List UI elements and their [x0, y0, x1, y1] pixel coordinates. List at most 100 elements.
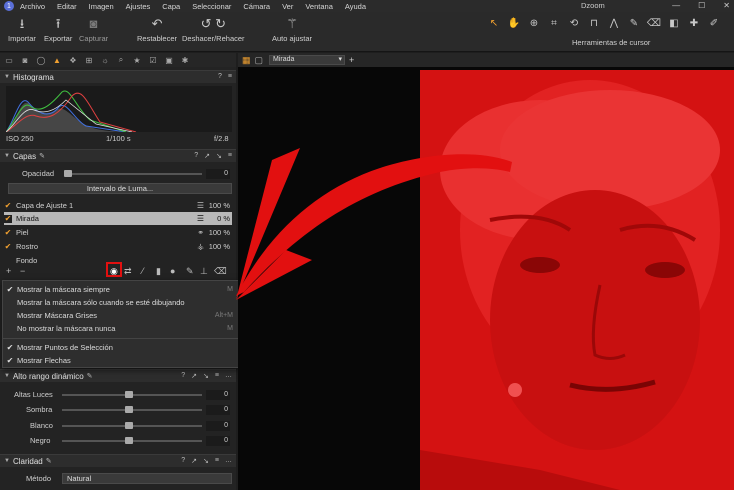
help-icon[interactable]: ?: [181, 372, 185, 380]
masked-photo[interactable]: [420, 70, 734, 490]
menu-item[interactable]: No mostrar la máscara nunca M: [3, 322, 239, 335]
add-layer-icon[interactable]: +: [6, 266, 11, 276]
menu-ventana[interactable]: Ventana: [305, 2, 333, 11]
menu-item[interactable]: Mostrar Máscara Grises Alt+M: [3, 309, 239, 322]
menu-capa[interactable]: Capa: [162, 2, 180, 11]
menu-camara[interactable]: Cámara: [243, 2, 270, 11]
hdr-header[interactable]: ▼ Alto rango dinámico ✎ ? ↗ ↘ ≡…: [0, 369, 236, 382]
fill-icon[interactable]: ⊥: [200, 266, 208, 277]
zoom-tool-icon[interactable]: ⊕: [526, 18, 542, 29]
help-icon[interactable]: ?: [218, 73, 222, 80]
capture-button[interactable]: ◙ Capturar: [79, 16, 108, 43]
hdr-slider-value[interactable]: 0: [206, 436, 230, 446]
image-viewer[interactable]: [238, 67, 734, 490]
undo-redo-button[interactable]: ↺ ↻ Deshacer/Rehacer: [182, 16, 245, 43]
reset-button[interactable]: ↶ Restablecer: [137, 16, 177, 43]
gradient-tool-icon[interactable]: ◧: [666, 18, 682, 29]
hdr-slider-knob[interactable]: [125, 437, 133, 444]
hdr-slider-value[interactable]: 0: [206, 405, 230, 415]
adjustments-tab-icon[interactable]: ☑: [147, 56, 159, 65]
menu-ayuda[interactable]: Ayuda: [345, 2, 366, 11]
menu-icon[interactable]: ≡: [228, 152, 232, 160]
opacity-value[interactable]: 0: [206, 169, 230, 179]
eraser-tool-icon[interactable]: ⌫: [646, 18, 662, 29]
heal-tool-icon[interactable]: ✚: [686, 18, 702, 29]
picker-tool-icon[interactable]: ✐: [706, 18, 722, 29]
layer-row-selected[interactable]: ✔ Mirada ☰ 0 %: [4, 212, 232, 225]
menu-imagen[interactable]: Imagen: [89, 2, 114, 11]
composition-tab-icon[interactable]: ⊞: [83, 56, 95, 65]
hand-tool-icon[interactable]: ✋: [506, 18, 522, 29]
menu-icon[interactable]: ≡: [215, 372, 219, 380]
remove-layer-icon[interactable]: −: [20, 266, 25, 276]
hdr-slider-knob[interactable]: [125, 422, 133, 429]
library-tab-icon[interactable]: ▭: [3, 56, 15, 65]
help-icon[interactable]: ?: [181, 457, 185, 465]
ellipsis-icon[interactable]: …: [225, 372, 232, 380]
minimize-icon[interactable]: —: [672, 1, 680, 10]
reset-icon[interactable]: ↗: [191, 457, 197, 465]
grid-view-icon[interactable]: ▦: [242, 55, 251, 66]
close-icon[interactable]: ✕: [723, 1, 730, 10]
rotate-tool-icon[interactable]: ⟲: [566, 18, 582, 29]
menu-seleccionar[interactable]: Seleccionar: [192, 2, 231, 11]
hdr-slider-knob[interactable]: [125, 391, 133, 398]
lcc-tool-icon[interactable]: ⋀: [606, 18, 622, 29]
radial-gradient-icon[interactable]: ●: [170, 266, 175, 276]
layer-check-icon[interactable]: ✔: [4, 228, 12, 237]
reset-icon[interactable]: ↗: [191, 372, 197, 380]
menu-item[interactable]: ✔ Mostrar la máscara siempre M: [3, 283, 239, 296]
menu-ajustes[interactable]: Ajustes: [126, 2, 151, 11]
copy-icon[interactable]: ↘: [216, 152, 222, 160]
exposure-tab-icon[interactable]: ▲: [51, 56, 63, 65]
add-view-icon[interactable]: +: [349, 55, 354, 65]
opacity-slider-knob[interactable]: [64, 170, 72, 177]
hdr-slider-value[interactable]: 0: [206, 390, 230, 400]
eraser-icon[interactable]: ⌫: [214, 266, 227, 277]
clarity-header[interactable]: ▼ Claridad ✎ ? ↗ ↘ ≡…: [0, 454, 236, 467]
crop-tool-icon[interactable]: ⌗: [546, 18, 562, 29]
menu-icon[interactable]: ≡: [228, 73, 232, 80]
luma-range-button[interactable]: Intervalo de Luma...: [8, 183, 232, 194]
auto-adjust-button[interactable]: ⚚ Auto ajustar: [272, 16, 312, 43]
brush-tool-icon[interactable]: ✎: [626, 18, 642, 29]
opacity-slider[interactable]: [64, 173, 202, 175]
lens-tab-icon[interactable]: ◯: [35, 56, 47, 65]
menu-item[interactable]: Mostrar la máscara sólo cuando se esté d…: [3, 296, 239, 309]
layer-row[interactable]: ✔ Piel ⚭ 100 %: [4, 226, 232, 239]
layers-header[interactable]: ▼ Capas ✎ ? ↗ ↘ ≡: [0, 149, 236, 162]
hdr-slider-value[interactable]: 0: [206, 421, 230, 431]
clarity-method-select[interactable]: Natural: [62, 473, 232, 484]
menu-ver[interactable]: Ver: [282, 2, 293, 11]
layer-check-icon[interactable]: ✔: [4, 201, 12, 210]
layer-row[interactable]: ✔ Capa de Ajuste 1 ☰ 100 %: [4, 199, 232, 212]
layer-check-empty[interactable]: [4, 257, 12, 265]
menu-item[interactable]: ✔ Mostrar Flechas: [3, 354, 239, 367]
select-cursor-icon[interactable]: ↖: [486, 18, 502, 29]
swap-icon[interactable]: ⇄: [124, 266, 132, 277]
output-tab-icon[interactable]: ▣: [163, 56, 175, 65]
color-tab-icon[interactable]: ❖: [67, 56, 79, 65]
capture-tab-icon[interactable]: ◙: [19, 56, 31, 65]
details-tab-icon[interactable]: ☼: [99, 56, 111, 65]
ellipsis-icon[interactable]: …: [225, 457, 232, 465]
linear-gradient-icon[interactable]: ▮: [156, 266, 161, 277]
maximize-icon[interactable]: ☐: [698, 1, 705, 10]
histogram-header[interactable]: ▼ Histograma ? ≡: [0, 70, 236, 83]
hdr-slider-knob[interactable]: [125, 406, 133, 413]
settings-tab-icon[interactable]: ✱: [179, 56, 191, 65]
menu-archivo[interactable]: Archivo: [20, 2, 45, 11]
reset-icon[interactable]: ↗: [204, 152, 210, 160]
eyedropper-icon[interactable]: ⁄: [142, 266, 144, 276]
single-view-icon[interactable]: ▢: [255, 55, 264, 66]
layer-row[interactable]: ✔ Rostro ⚶ 100 %: [4, 240, 232, 253]
layer-check-icon[interactable]: ✔: [4, 242, 12, 251]
import-button[interactable]: ⭳ Importar: [8, 16, 36, 43]
keystone-tool-icon[interactable]: ⊓: [586, 18, 602, 29]
layer-check-icon[interactable]: ✔: [4, 214, 12, 223]
metadata-tab-icon[interactable]: ★: [131, 56, 143, 65]
view-select[interactable]: Mirada: [269, 55, 346, 65]
copy-icon[interactable]: ↘: [203, 372, 209, 380]
menu-icon[interactable]: ≡: [215, 457, 219, 465]
menu-editar[interactable]: Editar: [57, 2, 77, 11]
